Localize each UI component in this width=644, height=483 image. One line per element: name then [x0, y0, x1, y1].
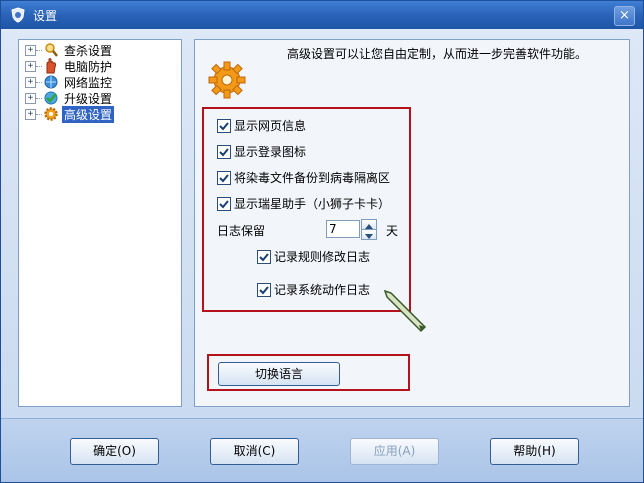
checkmark-icon — [219, 173, 229, 182]
tree-label: 升级设置 — [64, 91, 113, 106]
expand-icon[interactable]: + — [25, 108, 36, 120]
settings-window: 设置 × + 查杀设置 + 电脑防护 + 网络监控 + 升级设置 + 高级设置 — [0, 0, 644, 483]
expand-icon[interactable]: + — [25, 44, 36, 56]
checkmark-icon — [219, 121, 229, 130]
checkbox-label: 记录规则修改日志 — [274, 250, 371, 264]
checkbox-box[interactable] — [257, 282, 271, 297]
log-keep-unit: 天 — [386, 224, 399, 238]
log-keep-days-input[interactable]: 7 — [326, 220, 360, 238]
magnifier-icon — [45, 43, 58, 57]
show-assistant-checkbox[interactable]: 显示瑞星助手（小狮子卡卡） — [217, 195, 390, 212]
checkbox-box[interactable] — [257, 249, 271, 264]
tree-label: 查杀设置 — [64, 43, 113, 58]
checkbox-label: 显示登录图标 — [234, 145, 307, 159]
panel-description: 高级设置可以让您自由定制，从而进一步完善软件功能。 — [287, 47, 588, 61]
tree-item-network-monitor[interactable]: + 网络监控 — [25, 74, 114, 90]
hand-shield-icon — [46, 58, 56, 74]
tree-label: 网络监控 — [64, 75, 113, 90]
pen-cursor-icon — [383, 289, 427, 333]
app-shield-icon — [11, 7, 25, 23]
title-bar: 设置 × — [1, 1, 643, 29]
checkbox-box[interactable] — [217, 170, 231, 185]
network-globe-icon — [44, 75, 58, 89]
close-button[interactable]: × — [614, 6, 635, 26]
checkbox-box[interactable] — [217, 196, 231, 211]
checkmark-icon — [219, 147, 229, 156]
apply-button[interactable]: 应用(A) — [350, 438, 439, 465]
window-title: 设置 — [33, 9, 58, 23]
show-web-info-checkbox[interactable]: 显示网页信息 — [217, 117, 306, 134]
expand-icon[interactable]: + — [25, 92, 36, 104]
checkbox-box[interactable] — [217, 118, 231, 133]
update-check-icon — [44, 91, 58, 105]
tree-item-advanced-settings[interactable]: + 高级设置 — [25, 105, 115, 123]
checkmark-icon — [259, 285, 269, 294]
log-rule-change-checkbox[interactable]: 记录规则修改日志 — [257, 248, 370, 265]
checkbox-label: 显示瑞星助手（小狮子卡卡） — [234, 197, 391, 211]
tree-item-update-settings[interactable]: + 升级设置 — [25, 90, 114, 106]
tree-item-pc-protection[interactable]: + 电脑防护 — [25, 58, 114, 74]
checkmark-icon — [219, 199, 229, 208]
expand-icon[interactable]: + — [25, 76, 36, 88]
show-login-icon-checkbox[interactable]: 显示登录图标 — [217, 143, 306, 160]
log-keep-spinner — [361, 219, 377, 240]
checkbox-label: 显示网页信息 — [234, 119, 307, 133]
tree-item-scan-settings[interactable]: + 查杀设置 — [25, 42, 114, 58]
switch-language-button[interactable]: 切换语言 — [218, 362, 340, 386]
spin-down-button[interactable] — [361, 229, 377, 240]
checkmark-icon — [259, 252, 269, 261]
triangle-down-icon — [365, 234, 373, 239]
ok-button[interactable]: 确定(O) — [70, 438, 159, 465]
cancel-button[interactable]: 取消(C) — [210, 438, 299, 465]
button-bar: 确定(O) 取消(C) 应用(A) 帮助(H) — [1, 418, 643, 482]
log-keep-label: 日志保留 — [217, 224, 266, 238]
backup-infected-checkbox[interactable]: 将染毒文件备份到病毒隔离区 — [217, 169, 390, 186]
checkbox-box[interactable] — [217, 144, 231, 159]
checkbox-label: 记录系统动作日志 — [274, 283, 371, 297]
log-system-action-checkbox[interactable]: 记录系统动作日志 — [257, 281, 370, 298]
tree-label: 高级设置 — [62, 105, 115, 123]
checkbox-label: 将染毒文件备份到病毒隔离区 — [234, 171, 391, 185]
tree-label: 电脑防护 — [64, 59, 113, 74]
expand-icon[interactable]: + — [25, 60, 36, 72]
advanced-settings-panel: 高级设置可以让您自由定制，从而进一步完善软件功能。 显示网页信息 显示登录图标 — [194, 39, 630, 407]
gear-icon — [44, 107, 58, 121]
gear-icon — [208, 61, 246, 99]
help-button[interactable]: 帮助(H) — [490, 438, 579, 465]
settings-tree: + 查杀设置 + 电脑防护 + 网络监控 + 升级设置 + 高级设置 — [18, 39, 182, 407]
